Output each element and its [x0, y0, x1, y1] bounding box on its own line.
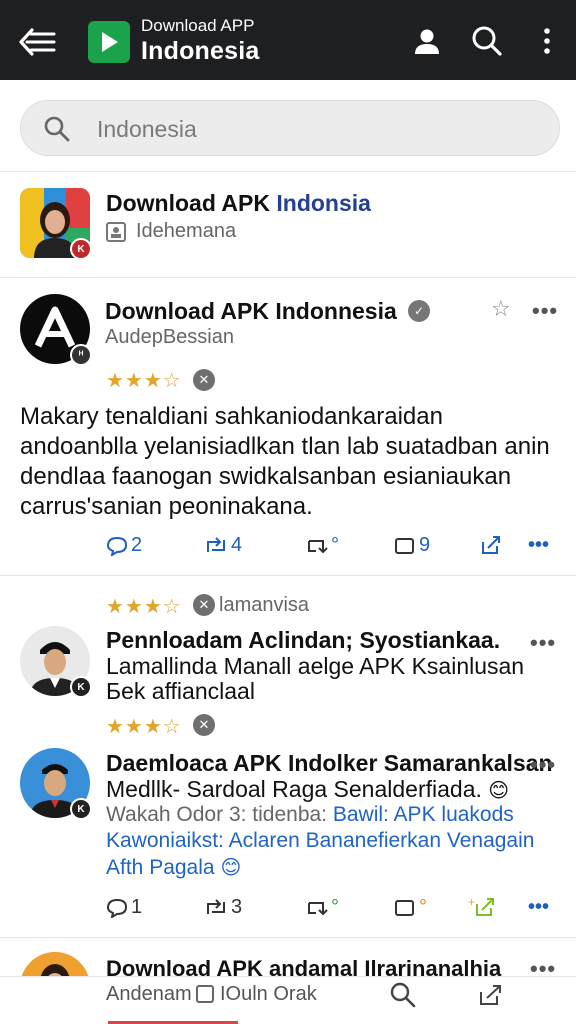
avatar: ᴴ — [20, 294, 92, 366]
post-body: Makary tenaldiani sahkaniodankaraidan an… — [20, 403, 550, 520]
badge-icon: ᴴ — [70, 344, 92, 366]
emoji-icon: 😊 — [220, 857, 242, 879]
app-subtitle: Download APP — [141, 16, 255, 35]
retweet-button[interactable]: ° — [306, 534, 339, 557]
badge-icon: K — [70, 798, 92, 820]
emoji-icon: 😊 — [488, 780, 510, 802]
search-icon[interactable] — [470, 24, 504, 58]
bottom-sub: Andenam — [106, 983, 192, 1005]
more-vertical-icon[interactable] — [530, 24, 564, 58]
avatar: K — [20, 748, 92, 820]
reply-button[interactable]: 2 — [106, 534, 142, 557]
reply-count: 1 — [131, 896, 143, 918]
repost-button[interactable]: 4 — [204, 534, 242, 557]
retweet-count: ° — [331, 534, 339, 556]
post-line: Wakah Odor 3: tidenba: Bawil: APK luakod… — [106, 803, 514, 826]
post-card[interactable]: K Daemloaca APK Indolker Samarankalsan •… — [0, 576, 576, 938]
bookmark-count: ° — [419, 896, 427, 918]
verified-icon: ✓ — [408, 300, 430, 322]
bookmark-button[interactable]: ° — [394, 896, 427, 919]
result-subtitle: Idehemana — [136, 220, 237, 242]
bottom-bar: Andenam IOuln Orak — [0, 976, 576, 1024]
more-options-icon[interactable]: ••• — [532, 298, 558, 324]
more-options-icon[interactable]: ••• — [528, 534, 549, 557]
share-icon[interactable] — [480, 534, 502, 556]
profile-icon[interactable] — [410, 24, 444, 58]
result-title: Download APK Indonsia — [106, 190, 371, 216]
post-card[interactable]: ᴴ Download APK Indonnesia ✓ ☆ ••• AudepB… — [0, 278, 576, 576]
share-icon[interactable]: + — [468, 896, 498, 918]
post-link[interactable]: Afth Pagala 😊 — [106, 855, 241, 880]
avatar: K — [20, 188, 92, 260]
repost-count: 3 — [231, 896, 243, 918]
svg-text:+: + — [468, 896, 475, 909]
search-section — [0, 80, 576, 172]
retweet-button[interactable]: ° — [306, 896, 339, 919]
app-title-block: Download APP Indonesia — [141, 16, 260, 66]
app-icon — [106, 222, 126, 242]
post-actions: 1 3 ° ° + ••• — [0, 896, 576, 930]
retweet-count: ° — [331, 896, 339, 918]
top-app-bar: Download APP Indonesia — [0, 0, 576, 80]
app-title: Indonesia — [141, 37, 260, 65]
star-icon[interactable]: ☆ — [491, 296, 511, 322]
share-icon[interactable] — [478, 983, 504, 1012]
close-icon[interactable]: ✕ — [193, 369, 215, 391]
search-icon — [43, 115, 71, 143]
post-link[interactable]: Kawoniaikst: Aclaren Bananefierkan Venag… — [106, 829, 534, 853]
more-options-icon[interactable]: ••• — [528, 896, 549, 919]
back-arrow-icon[interactable] — [18, 24, 58, 60]
search-icon[interactable] — [389, 981, 417, 1014]
result-card[interactable]: K Download APK Indonsia Idehemana — [0, 172, 576, 278]
reply-count: 2 — [131, 534, 143, 556]
post-line: Daemloaca APK Indolker Samarankalsan — [106, 750, 553, 776]
search-input[interactable] — [97, 113, 537, 145]
repost-button[interactable]: 3 — [204, 896, 242, 919]
search-bar[interactable] — [20, 100, 560, 156]
bookmark-button[interactable]: 9 — [394, 534, 430, 557]
post-handle: AudepBessian — [105, 326, 234, 348]
post-actions: 2 4 ° 9 ••• — [0, 534, 576, 568]
badge-icon: K — [70, 238, 92, 260]
bottom-sub: IOuln Orak — [220, 983, 317, 1005]
post-line: Medllk- Sardoal Raga Senalderfiada. 😊 — [106, 776, 510, 802]
more-options-icon[interactable]: ••• — [530, 752, 556, 778]
app-icon — [196, 985, 214, 1003]
rating-stars: ★★★☆ — [106, 370, 182, 392]
reply-button[interactable]: 1 — [106, 896, 142, 919]
post-author: Download APK Indonnesia — [105, 298, 397, 324]
repost-count: 4 — [231, 534, 243, 556]
play-store-icon — [88, 21, 130, 63]
bookmark-count: 9 — [419, 534, 431, 556]
